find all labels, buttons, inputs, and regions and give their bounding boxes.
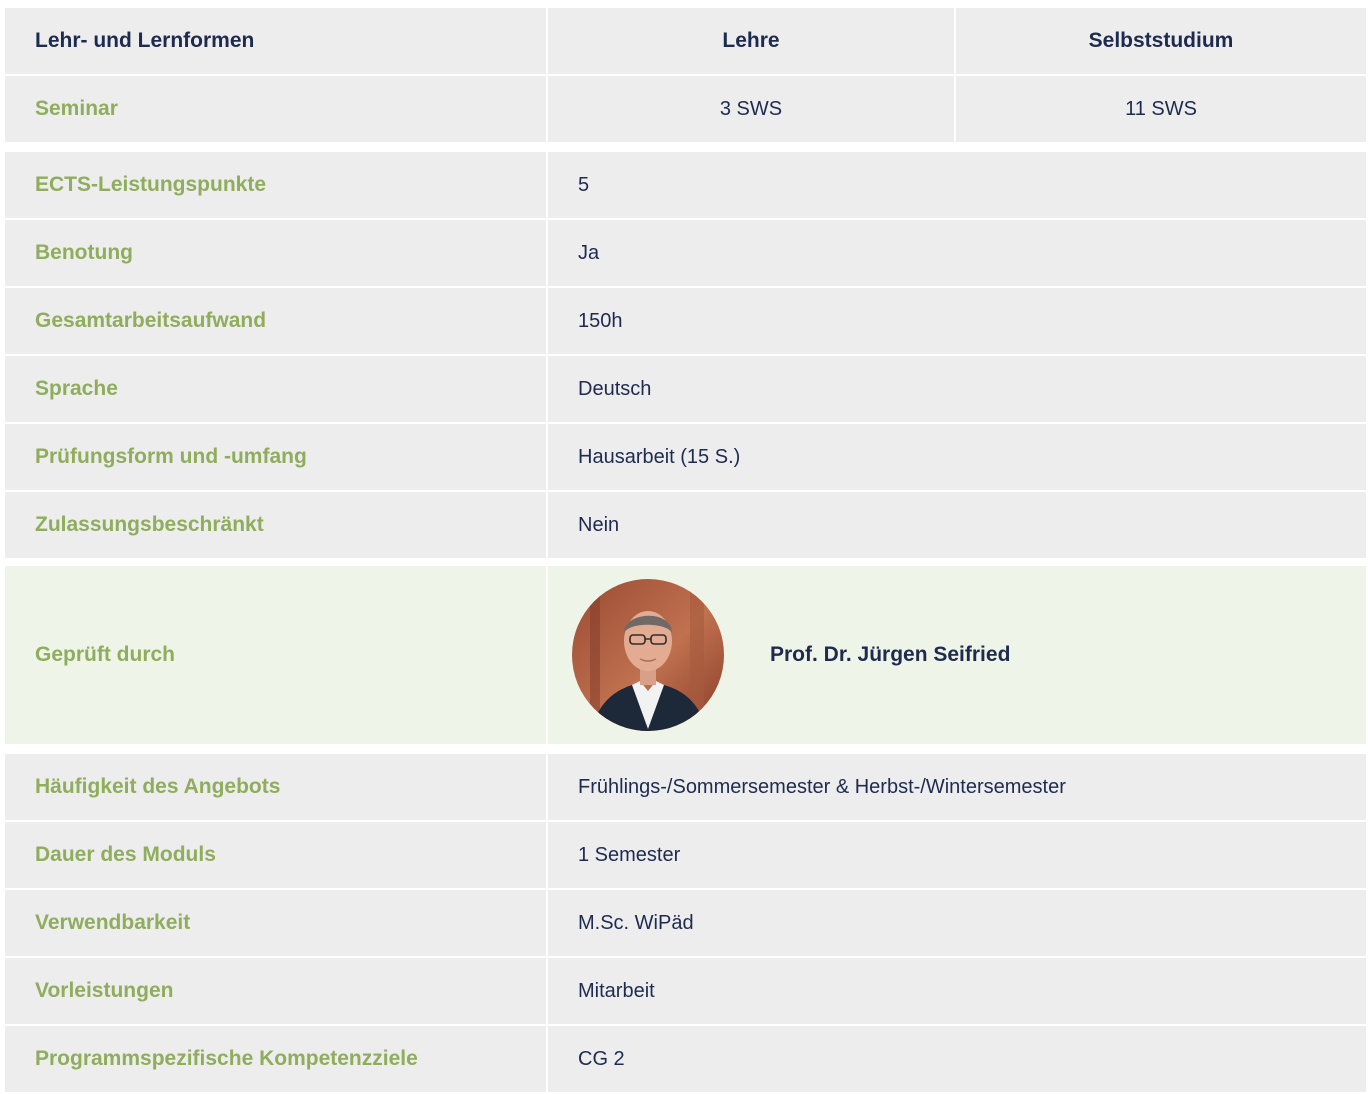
header-cell-lehr-lernformen: Lehr- und Lernformen (5, 8, 548, 74)
module-info-page: Lehr- und Lernformen Lehre Selbststudium… (0, 0, 1368, 1094)
detail-value: Frühlings-/Sommersemester & Herbst-/Wint… (578, 775, 1066, 798)
detail-label: Dauer des Moduls (35, 843, 216, 866)
detail-value: 1 Semester (578, 843, 681, 866)
examiner-name: Prof. Dr. Jürgen Seifried (770, 643, 1011, 666)
detail-value: 150h (578, 309, 623, 332)
detail-label: Prüfungsform und -umfang (35, 445, 307, 468)
examiner-section: Geprüft durch Prof. Dr. Jürgen Seifried (5, 566, 1366, 744)
list-item: ECTS-Leistungspunkte 5 (5, 152, 1366, 220)
detail-value: 5 (578, 173, 590, 196)
detail-label: Sprache (35, 377, 118, 400)
detail-value: Ja (578, 241, 600, 264)
detail-value: Mitarbeit (578, 979, 655, 1002)
list-item: Benotung Ja (5, 220, 1366, 288)
teaching-forms-table: Lehr- und Lernformen Lehre Selbststudium… (5, 8, 1366, 144)
table-header-row: Lehr- und Lernformen Lehre Selbststudium (5, 8, 1366, 76)
list-item: Zulassungsbeschränkt Nein (5, 492, 1366, 560)
list-item: Programmspezifische Kompetenzziele CG 2 (5, 1026, 1366, 1094)
list-item: Verwendbarkeit M.Sc. WiPäd (5, 890, 1366, 958)
detail-value: M.Sc. WiPäd (578, 911, 694, 934)
list-item: Gesamtarbeitsaufwand 150h (5, 288, 1366, 356)
detail-label: Gesamtarbeitsaufwand (35, 309, 267, 332)
module-details-list-2: Häufigkeit des Angebots Frühlings-/Somme… (5, 754, 1366, 1094)
detail-label: Benotung (35, 241, 133, 264)
module-details-list: ECTS-Leistungspunkte 5 Benotung Ja Gesam… (5, 152, 1366, 560)
list-item: Prüfungsform und -umfang Hausarbeit (15 … (5, 424, 1366, 492)
avatar (572, 579, 724, 731)
detail-value: Hausarbeit (15 S.) (578, 445, 741, 468)
lehre-value-cell: 3 SWS (548, 76, 956, 142)
list-item: Dauer des Moduls 1 Semester (5, 822, 1366, 890)
detail-label: Verwendbarkeit (35, 911, 191, 934)
detail-value: CG 2 (578, 1047, 625, 1070)
list-item: Häufigkeit des Angebots Frühlings-/Somme… (5, 754, 1366, 822)
table-row: Seminar 3 SWS 11 SWS (5, 76, 1366, 144)
detail-value: Deutsch (578, 377, 652, 400)
portrait-photo-icon (572, 579, 724, 731)
detail-label: Vorleistungen (35, 979, 174, 1002)
list-item: Vorleistungen Mitarbeit (5, 958, 1366, 1026)
list-item: Sprache Deutsch (5, 356, 1366, 424)
detail-label: Häufigkeit des Angebots (35, 775, 281, 798)
detail-label: Programmspezifische Kompetenzziele (35, 1047, 418, 1070)
header-cell-selbststudium: Selbststudium (1088, 29, 1234, 52)
examiner-label: Geprüft durch (35, 643, 175, 666)
header-cell-lehre: Lehre (548, 8, 956, 74)
detail-value: Nein (578, 513, 620, 536)
detail-label: Zulassungsbeschränkt (35, 513, 264, 536)
row-label-cell: Seminar (5, 76, 548, 142)
selbststudium-value-cell: 11 SWS (1125, 97, 1197, 120)
detail-label: ECTS-Leistungspunkte (35, 173, 267, 196)
